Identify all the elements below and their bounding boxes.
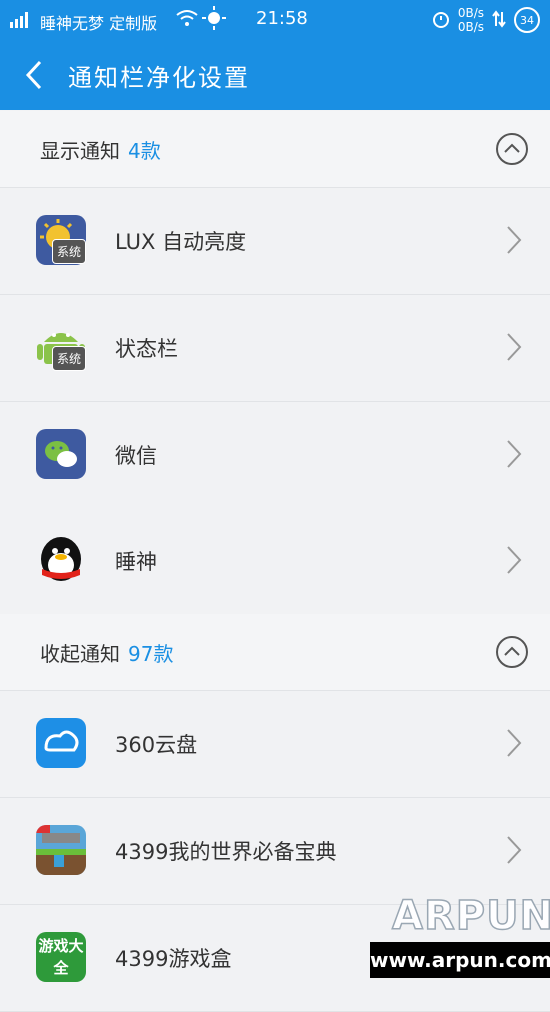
- brightness-icon: [202, 6, 226, 34]
- wechat-icon: [36, 429, 86, 479]
- app-name: LUX 自动亮度: [115, 230, 247, 254]
- wifi-icon: [176, 9, 198, 31]
- list-item[interactable]: 4399我的世界必备宝典: [0, 798, 550, 905]
- battery-indicator: 34: [514, 7, 540, 33]
- list-item[interactable]: 微信: [0, 402, 550, 509]
- status-right: 0B/s 0B/s 34: [432, 6, 540, 34]
- chevron-right-icon: [504, 834, 524, 866]
- app-name: 睡神: [115, 550, 157, 574]
- section-count: 97款: [128, 642, 174, 666]
- chevron-right-icon: [504, 727, 524, 759]
- system-badge: 系统: [52, 239, 86, 264]
- title-bar: 通知栏净化设置: [0, 40, 550, 110]
- qq-penguin-icon: [36, 535, 86, 585]
- game-box-icon: 游戏大全: [36, 932, 86, 982]
- list-item[interactable]: 睡神: [0, 508, 550, 615]
- app-name: 360云盘: [115, 733, 198, 757]
- list-item[interactable]: 系统 LUX 自动亮度: [0, 188, 550, 295]
- section-label: 显示通知: [40, 139, 120, 163]
- section-label: 收起通知: [40, 642, 120, 666]
- list-item[interactable]: 360云盘: [0, 691, 550, 798]
- app-name: 状态栏: [115, 337, 178, 361]
- data-arrows-icon: [492, 9, 506, 31]
- system-badge: 系统: [52, 346, 86, 371]
- lux-brightness-icon: 系统: [36, 215, 86, 265]
- section-shown-notifications: 显示通知 4款: [0, 111, 550, 188]
- watermark-brand: ARPUN: [391, 892, 550, 940]
- android-icon: 系统: [36, 322, 86, 372]
- carrier-name: 睡神无梦 定制版: [40, 14, 158, 33]
- app-name: 微信: [115, 444, 157, 468]
- minecraft-guide-icon: [36, 825, 86, 875]
- app-name: 4399我的世界必备宝典: [115, 840, 337, 864]
- clock: 21:58: [256, 8, 308, 29]
- page-title: 通知栏净化设置: [68, 64, 250, 92]
- collapse-toggle-button[interactable]: [496, 636, 528, 668]
- section-collapsed-notifications: 收起通知 97款: [0, 614, 550, 691]
- cloud-drive-icon: [36, 718, 86, 768]
- list-item[interactable]: 系统 状态栏: [0, 295, 550, 402]
- chevron-right-icon: [504, 544, 524, 576]
- chevron-right-icon: [504, 331, 524, 363]
- alarm-icon: [432, 10, 450, 31]
- app-name: 4399游戏盒: [115, 947, 232, 971]
- chevron-right-icon: [504, 438, 524, 470]
- back-button[interactable]: [22, 58, 50, 92]
- section-count: 4款: [128, 139, 161, 163]
- signal-icon: [10, 12, 32, 32]
- collapse-toggle-button[interactable]: [496, 133, 528, 165]
- chevron-right-icon: [504, 224, 524, 256]
- net-speed: 0B/s 0B/s: [457, 6, 484, 34]
- watermark-url: www.arpun.com: [370, 942, 550, 978]
- status-bar: 睡神无梦 定制版 21:58 0B/s 0B/s 34: [0, 0, 550, 40]
